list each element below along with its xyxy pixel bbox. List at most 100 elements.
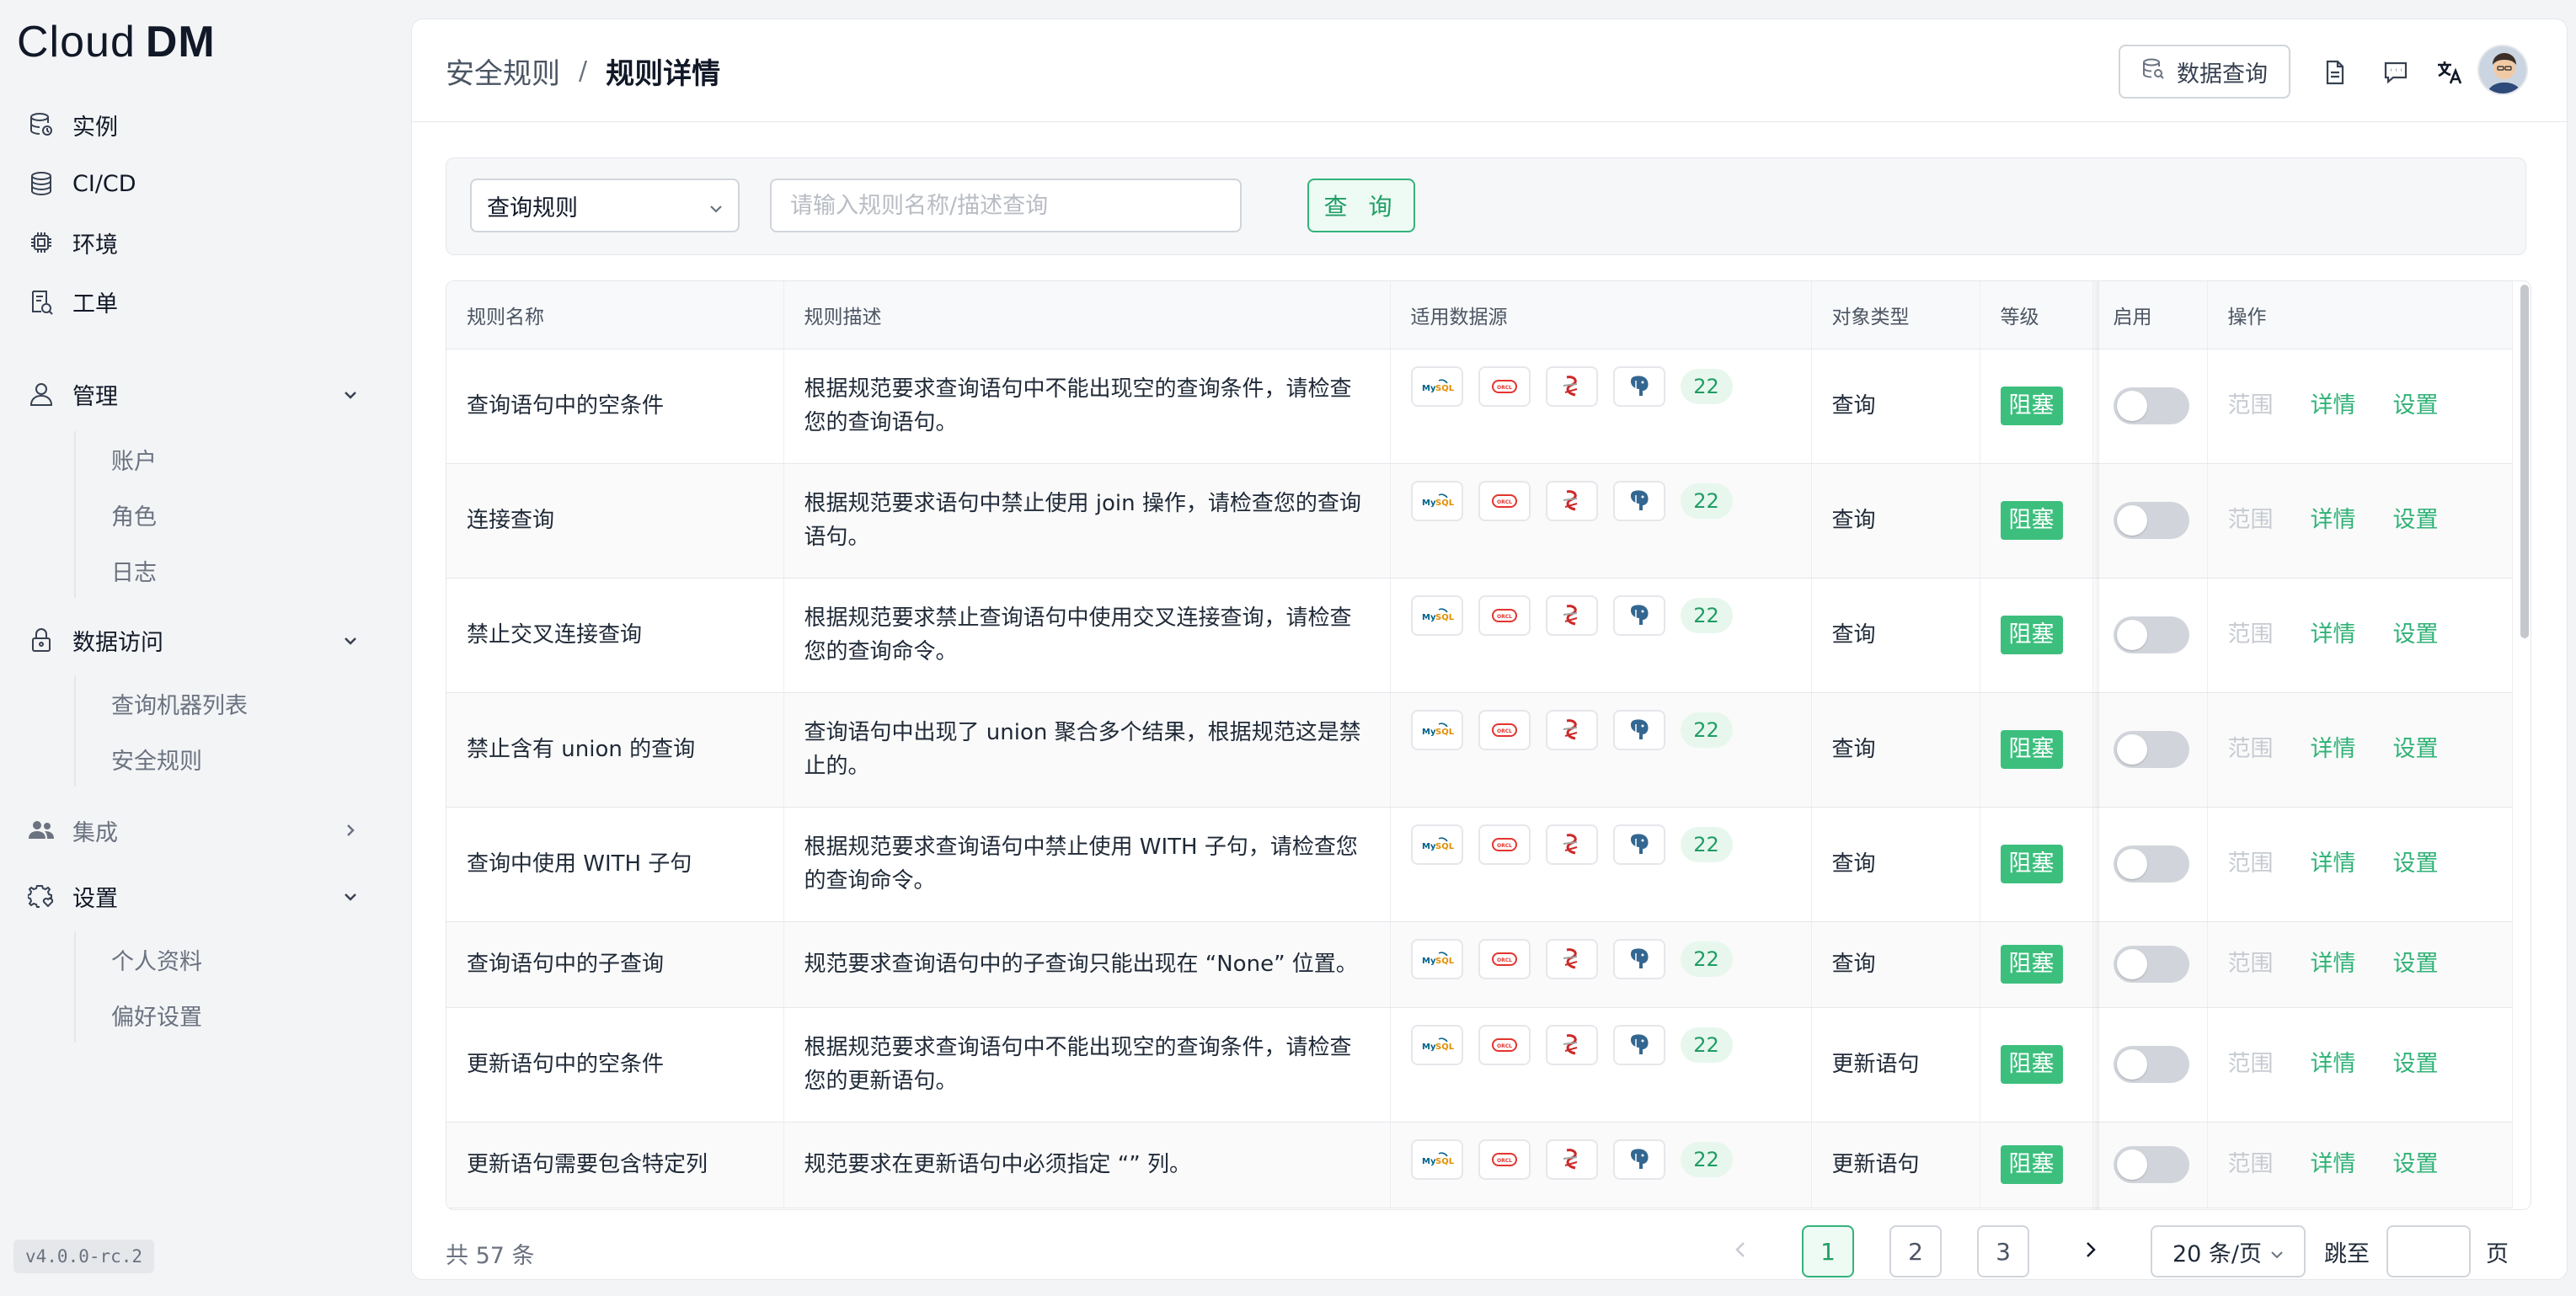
detail-link[interactable]: 详情 bbox=[2311, 1048, 2356, 1081]
rule-actions-cell: 范围 详情 设置 bbox=[2207, 921, 2513, 1008]
sidebar-subgroup-settings: 个人资料 偏好设置 bbox=[74, 931, 327, 1043]
breadcrumb-separator: / bbox=[579, 56, 588, 86]
rule-name: 更新语句中的空条件 bbox=[446, 1007, 784, 1123]
sidebar-item-query-machines[interactable]: 查询机器列表 bbox=[76, 675, 327, 731]
enable-toggle[interactable] bbox=[2113, 1146, 2189, 1183]
enable-toggle[interactable] bbox=[2113, 1046, 2189, 1083]
rule-level-cell: 阻塞 bbox=[1980, 463, 2093, 579]
detail-link[interactable]: 详情 bbox=[2311, 947, 2356, 981]
page-button-1[interactable]: 1 bbox=[1802, 1225, 1854, 1277]
sidebar-group-integrations[interactable]: 集成 bbox=[27, 807, 118, 854]
column-header-object-type: 对象类型 bbox=[1811, 281, 1980, 349]
rule-type-select[interactable]: 查询规则 bbox=[470, 179, 740, 232]
page-button-3[interactable]: 3 bbox=[1977, 1225, 2029, 1277]
enable-toggle[interactable] bbox=[2113, 731, 2189, 768]
page-size-select[interactable]: 20 条/页 bbox=[2151, 1225, 2306, 1277]
query-button[interactable]: 查 询 bbox=[1307, 179, 1415, 232]
datasource-count-badge[interactable]: 22 bbox=[1680, 1027, 1733, 1063]
enable-toggle[interactable] bbox=[2113, 387, 2189, 424]
jump-page-input[interactable] bbox=[2386, 1225, 2471, 1277]
datasource-count-badge[interactable]: 22 bbox=[1680, 597, 1733, 633]
toggle-knob bbox=[2116, 734, 2147, 765]
sidebar-group-management[interactable]: 管理 bbox=[27, 371, 118, 418]
detail-link[interactable]: 详情 bbox=[2311, 504, 2356, 537]
sidebar-item-accounts[interactable]: 账户 bbox=[76, 431, 327, 487]
data-query-button[interactable]: 数据查询 bbox=[2119, 45, 2290, 99]
jump-suffix: 页 bbox=[2486, 1240, 2509, 1267]
next-page-button[interactable] bbox=[2065, 1225, 2117, 1277]
settings-link[interactable]: 设置 bbox=[2393, 389, 2439, 423]
settings-link[interactable]: 设置 bbox=[2393, 1048, 2439, 1081]
detail-link[interactable]: 详情 bbox=[2311, 618, 2356, 652]
chevron-right-icon[interactable] bbox=[342, 822, 359, 839]
range-button: 范围 bbox=[2227, 736, 2274, 762]
sidebar-item-profile[interactable]: 个人资料 bbox=[76, 931, 327, 987]
datasource-list: My SQL ORCL 22 bbox=[1410, 709, 1811, 750]
page-button-2[interactable]: 2 bbox=[1889, 1225, 1942, 1277]
translate-icon[interactable] bbox=[2432, 55, 2467, 90]
row-actions: 范围 详情 设置 bbox=[2228, 847, 2512, 881]
settings-link[interactable]: 设置 bbox=[2393, 947, 2439, 981]
rule-name: 查询语句中的子查询 bbox=[446, 921, 784, 1008]
sidebar-item-cicd[interactable]: CI/CD bbox=[27, 160, 136, 207]
enable-toggle[interactable] bbox=[2113, 502, 2189, 539]
detail-link[interactable]: 详情 bbox=[2311, 389, 2356, 423]
sidebar-item-tickets[interactable]: 工单 bbox=[27, 278, 118, 325]
settings-link[interactable]: 设置 bbox=[2393, 618, 2439, 652]
sidebar-item-preferences[interactable]: 偏好设置 bbox=[76, 987, 327, 1043]
avatar[interactable] bbox=[2477, 45, 2528, 95]
settings-link[interactable]: 设置 bbox=[2393, 733, 2439, 766]
datasource-list: My SQL ORCL 22 bbox=[1410, 824, 1811, 865]
settings-link[interactable]: 设置 bbox=[2393, 504, 2439, 537]
breadcrumb-security-rules[interactable]: 安全规则 bbox=[446, 51, 560, 92]
database-icon bbox=[27, 169, 56, 198]
sidebar-group-label: 管理 bbox=[72, 383, 118, 410]
table-row: 更新语句中的空条件 根据规范要求查询语句中不能出现空的查询条件，请检查您的更新语… bbox=[446, 1007, 2513, 1123]
sidebar-item-roles[interactable]: 角色 bbox=[76, 487, 327, 542]
rule-datasources: My SQL ORCL 22 bbox=[1390, 463, 1812, 579]
chevron-down-icon[interactable] bbox=[342, 888, 359, 905]
sidebar-item-label: 工单 bbox=[72, 291, 118, 317]
prev-page-button[interactable] bbox=[1714, 1225, 1766, 1277]
detail-link[interactable]: 详情 bbox=[2311, 1148, 2356, 1181]
datasource-list: My SQL ORCL 22 bbox=[1410, 365, 1811, 407]
sqlserver-icon bbox=[1545, 365, 1598, 407]
sidebar-group-settings[interactable]: 设置 bbox=[27, 872, 118, 920]
oracle-icon: ORCL bbox=[1478, 938, 1531, 979]
detail-link[interactable]: 详情 bbox=[2311, 733, 2356, 766]
enable-toggle[interactable] bbox=[2113, 845, 2189, 883]
datasource-count-badge[interactable]: 22 bbox=[1680, 483, 1733, 519]
rule-datasources: My SQL ORCL 22 bbox=[1390, 1007, 1812, 1123]
sidebar-item-logs[interactable]: 日志 bbox=[76, 542, 327, 598]
sidebar-item-security-rules[interactable]: 安全规则 bbox=[76, 731, 327, 787]
rule-search-input[interactable] bbox=[770, 179, 1242, 232]
app-logo[interactable]: Cloud DM bbox=[17, 15, 216, 69]
svg-text:My: My bbox=[1422, 1157, 1436, 1166]
datasource-count-badge[interactable]: 22 bbox=[1680, 1141, 1733, 1177]
chevron-down-icon[interactable] bbox=[342, 632, 359, 649]
enable-toggle[interactable] bbox=[2113, 946, 2189, 983]
chevron-down-icon bbox=[709, 193, 723, 219]
sidebar-group-data-access[interactable]: 数据访问 bbox=[27, 616, 163, 664]
oracle-icon: ORCL bbox=[1478, 1024, 1531, 1065]
chevron-down-icon[interactable] bbox=[342, 387, 359, 403]
datasource-count-badge[interactable]: 22 bbox=[1680, 368, 1733, 404]
detail-link[interactable]: 详情 bbox=[2311, 847, 2356, 881]
document-icon[interactable] bbox=[2317, 55, 2353, 90]
table-scrollbar[interactable] bbox=[2520, 285, 2529, 638]
datasource-count-badge[interactable]: 22 bbox=[1680, 712, 1733, 748]
settings-link[interactable]: 设置 bbox=[2393, 1148, 2439, 1181]
datasource-count-badge[interactable]: 22 bbox=[1680, 826, 1733, 862]
settings-link[interactable]: 设置 bbox=[2393, 847, 2439, 881]
table-row: 查询语句中的子查询 规范要求查询语句中的子查询只能出现在 “None” 位置。 … bbox=[446, 921, 2513, 1008]
sidebar-subgroup-data-access: 查询机器列表 安全规则 bbox=[74, 675, 327, 787]
chat-icon[interactable] bbox=[2378, 55, 2413, 90]
sidebar-item-instances[interactable]: 实例 bbox=[27, 101, 118, 148]
rule-object-type: 查询 bbox=[1811, 692, 1980, 808]
sidebar-item-environments[interactable]: 环境 bbox=[27, 219, 118, 266]
datasource-count-badge[interactable]: 22 bbox=[1680, 941, 1733, 977]
sidebar-group-label: 数据访问 bbox=[72, 629, 163, 656]
svg-text:My: My bbox=[1422, 1043, 1436, 1052]
page-title: 规则详情 bbox=[606, 56, 721, 91]
enable-toggle[interactable] bbox=[2113, 616, 2189, 653]
